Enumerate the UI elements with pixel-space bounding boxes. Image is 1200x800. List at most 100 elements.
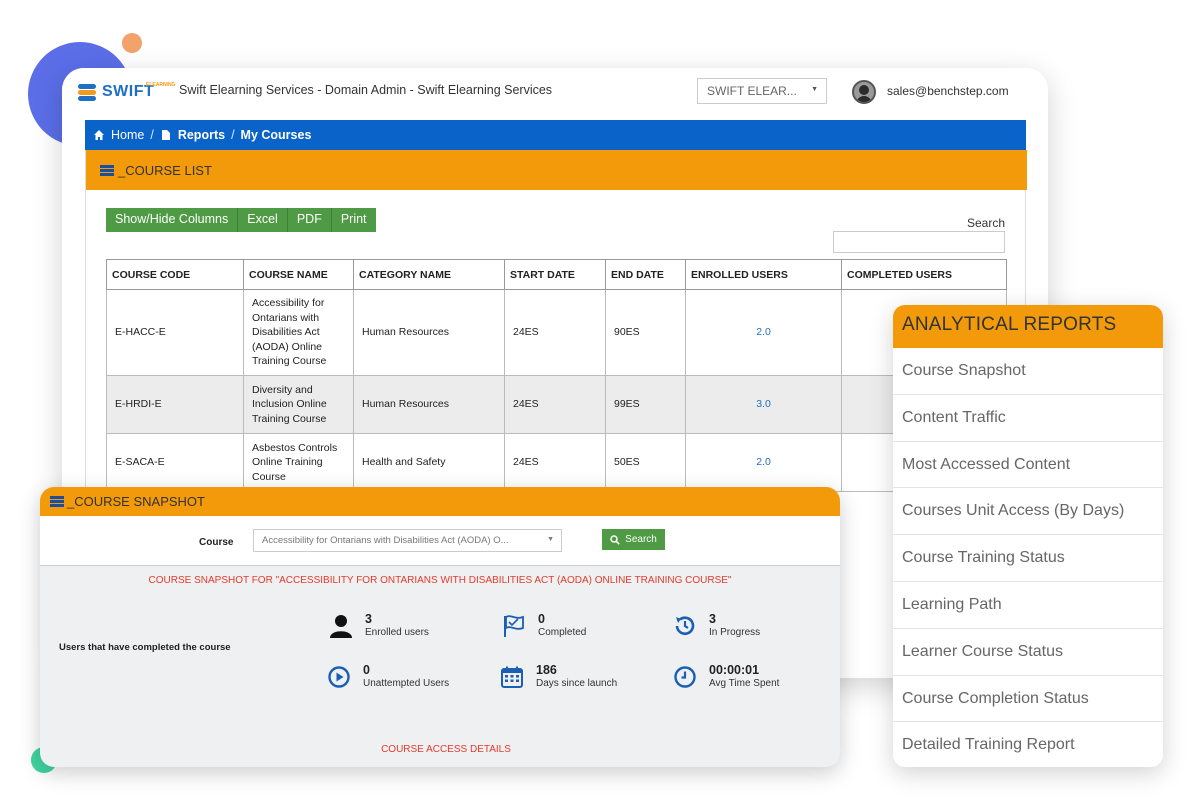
- breadcrumb-current: My Courses: [240, 128, 312, 142]
- cell-end-date: 99ES: [605, 375, 686, 434]
- cell-course-name: Asbestos Controls Online Training Course: [243, 433, 354, 492]
- table-row: E-SACA-E Asbestos Controls Online Traini…: [106, 433, 1007, 492]
- column-header-course-name[interactable]: COURSE NAME: [243, 259, 354, 290]
- course-list-header: _COURSE LIST: [86, 150, 1027, 190]
- user-email[interactable]: sales@benchstep.com: [887, 84, 1009, 98]
- top-bar: SWIFT ELEARNING Swift Elearning Services…: [62, 68, 1048, 118]
- table-row: E-HACC-E Accessibility for Ontarians wit…: [106, 289, 1007, 376]
- breadcrumb-separator: /: [150, 128, 154, 142]
- days-since-launch-label: Days since launch: [536, 678, 618, 689]
- app-title: Swift Elearning Services - Domain Admin …: [179, 83, 553, 97]
- export-button-group: Show/Hide Columns Excel PDF Print: [106, 208, 376, 232]
- organization-select-value: SWIFT ELEAR...: [707, 84, 797, 98]
- analytical-reports-card: ANALYTICAL REPORTS Course Snapshot Conte…: [893, 305, 1163, 767]
- course-list-title: _COURSE LIST: [118, 162, 212, 178]
- caret-down-icon: ▼: [547, 536, 554, 543]
- user-avatar[interactable]: [852, 80, 876, 104]
- breadcrumb: Home / Reports / My Courses: [85, 120, 1026, 150]
- course-label: Course: [199, 537, 234, 548]
- snapshot-search-label: Search: [625, 534, 657, 545]
- unattempted-users-value: 0: [363, 663, 370, 677]
- cell-course-code: E-HACC-E: [106, 289, 244, 376]
- course-filter-form: Course Accessibility for Ontarians with …: [40, 516, 840, 566]
- snapshot-heading: COURSE SNAPSHOT FOR "ACCESSIBILITY FOR O…: [148, 575, 732, 586]
- days-since-launch-value: 186: [536, 663, 557, 677]
- breadcrumb-separator: /: [231, 128, 235, 142]
- logo-subtext: ELEARNING: [146, 82, 176, 88]
- play-circle-icon: [325, 663, 353, 691]
- stat-unattempted-users: 0 Unattempted Users: [325, 663, 449, 691]
- cell-enrolled-users[interactable]: 2.0: [685, 433, 842, 492]
- stat-completed: 0 Completed: [500, 612, 586, 640]
- column-header-category-name[interactable]: CATEGORY NAME: [353, 259, 505, 290]
- report-item-content-traffic[interactable]: Content Traffic: [893, 395, 1163, 442]
- cell-enrolled-users[interactable]: 2.0: [685, 289, 842, 376]
- in-progress-label: In Progress: [709, 627, 761, 638]
- cell-enrolled-users[interactable]: 3.0: [685, 375, 842, 434]
- stage: SWIFT ELEARNING Swift Elearning Services…: [0, 0, 1200, 800]
- report-item-courses-unit-access[interactable]: Courses Unit Access (By Days): [893, 488, 1163, 536]
- user-icon: [327, 612, 355, 640]
- caret-down-icon: ▼: [811, 86, 818, 93]
- report-item-learning-path[interactable]: Learning Path: [893, 582, 1163, 629]
- course-access-details-heading[interactable]: COURSE ACCESS DETAILS: [40, 744, 840, 755]
- show-hide-columns-button[interactable]: Show/Hide Columns: [106, 208, 239, 232]
- column-header-completed-users[interactable]: COMPLETED USERS: [841, 259, 1007, 290]
- report-item-detailed-training-report[interactable]: Detailed Training Report: [893, 722, 1163, 767]
- logo-mark-icon: [78, 82, 98, 102]
- analytical-reports-title: ANALYTICAL REPORTS: [893, 305, 1163, 348]
- completed-value: 0: [538, 612, 545, 626]
- completed-label: Completed: [538, 627, 587, 638]
- search-input[interactable]: [833, 231, 1005, 253]
- history-icon: [671, 612, 699, 640]
- cell-start-date: 24ES: [504, 289, 606, 376]
- cell-category-name: Health and Safety: [353, 433, 505, 492]
- stat-days-since-launch: 186 Days since launch: [498, 663, 617, 691]
- report-item-most-accessed-content[interactable]: Most Accessed Content: [893, 442, 1163, 489]
- enrolled-users-value: 3: [365, 612, 372, 626]
- pdf-button[interactable]: PDF: [287, 208, 332, 232]
- organization-select[interactable]: SWIFT ELEAR... ▼: [697, 78, 827, 104]
- excel-button[interactable]: Excel: [238, 208, 288, 232]
- cell-start-date: 24ES: [504, 375, 606, 434]
- stat-in-progress: 3 In Progress: [671, 612, 760, 640]
- cell-course-code: E-SACA-E: [106, 433, 244, 492]
- snapshot-search-button[interactable]: Search: [602, 529, 665, 550]
- cell-category-name: Human Resources: [353, 289, 505, 376]
- table-header-row: COURSE CODE COURSE NAME CATEGORY NAME ST…: [106, 259, 1007, 290]
- course-snapshot-header: _COURSE SNAPSHOT: [40, 487, 840, 516]
- course-select[interactable]: Accessibility for Ontarians with Disabil…: [253, 529, 562, 552]
- home-icon: [94, 130, 104, 140]
- course-snapshot-card: _COURSE SNAPSHOT Course Accessibility fo…: [40, 487, 840, 767]
- table-row: E-HRDI-E Diversity and Inclusion Online …: [106, 375, 1007, 434]
- column-header-enrolled-users[interactable]: ENROLLED USERS: [685, 259, 842, 290]
- report-item-course-training-status[interactable]: Course Training Status: [893, 535, 1163, 582]
- breadcrumb-home[interactable]: Home: [111, 128, 144, 142]
- logo[interactable]: SWIFT: [78, 80, 154, 104]
- completed-users-label: Users that have completed the course: [59, 642, 231, 653]
- cell-end-date: 90ES: [605, 289, 686, 376]
- calendar-icon: [498, 663, 526, 691]
- clock-icon: [671, 663, 699, 691]
- cell-start-date: 24ES: [504, 433, 606, 492]
- report-item-course-snapshot[interactable]: Course Snapshot: [893, 348, 1163, 395]
- report-item-learner-course-status[interactable]: Learner Course Status: [893, 629, 1163, 676]
- file-icon: [161, 130, 170, 140]
- decorative-orange-dot: [122, 33, 142, 53]
- cell-category-name: Human Resources: [353, 375, 505, 434]
- in-progress-value: 3: [709, 612, 716, 626]
- column-header-start-date[interactable]: START DATE: [504, 259, 606, 290]
- print-button[interactable]: Print: [331, 208, 376, 232]
- breadcrumb-reports[interactable]: Reports: [178, 128, 225, 142]
- column-header-end-date[interactable]: END DATE: [605, 259, 686, 290]
- avg-time-spent-label: Avg Time Spent: [709, 678, 780, 689]
- search-icon: [610, 534, 620, 545]
- avg-time-spent-value: 00:00:01: [709, 663, 760, 677]
- column-header-course-code[interactable]: COURSE CODE: [106, 259, 244, 290]
- enrolled-users-label: Enrolled users: [365, 627, 429, 638]
- stat-enrolled-users: 3 Enrolled users: [327, 612, 429, 640]
- report-item-course-completion-status[interactable]: Course Completion Status: [893, 676, 1163, 723]
- cell-course-code: E-HRDI-E: [106, 375, 244, 434]
- cell-end-date: 50ES: [605, 433, 686, 492]
- stat-avg-time-spent: 00:00:01 Avg Time Spent: [671, 663, 779, 691]
